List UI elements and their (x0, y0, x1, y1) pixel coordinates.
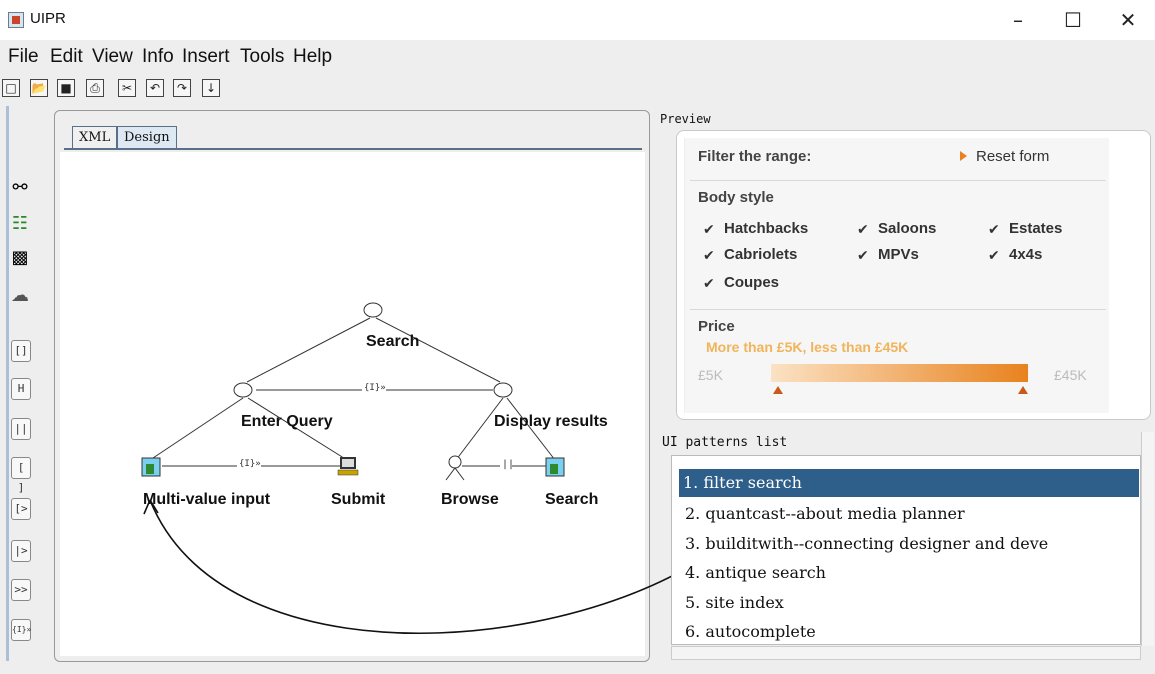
relation-marker: {I}» (239, 459, 261, 469)
list-item[interactable]: 4. antique search (681, 559, 1141, 587)
price-heading: Price (698, 318, 735, 335)
node-display-results: Display results (494, 413, 608, 430)
mapping-arrow (149, 499, 758, 635)
check-icon[interactable]: ✔ (857, 222, 869, 238)
list-item[interactable]: 3. builditwith--connecting designer and … (681, 530, 1141, 558)
check-icon[interactable]: ✔ (988, 248, 1000, 264)
filter-title: Filter the range: (698, 148, 812, 165)
vertical-scrollbar[interactable] (1141, 432, 1154, 646)
node-submit: Submit (331, 491, 386, 508)
computer-icon (337, 457, 359, 476)
price-min: £5K (698, 367, 723, 383)
user-input-icon (545, 457, 565, 477)
preview-label: Preview (660, 112, 711, 126)
node-enter-query: Enter Query (241, 413, 333, 430)
list-item[interactable]: 6. autocomplete (681, 618, 1141, 646)
slider-handle-min[interactable] (773, 386, 783, 394)
price-range-text: More than £5K, less than £45K (706, 339, 909, 355)
node-browse: Browse (441, 491, 499, 508)
node-root: Search (366, 333, 420, 350)
option-label: 4x4s (1009, 246, 1043, 263)
option-label: Saloons (878, 220, 937, 237)
check-icon[interactable]: ✔ (703, 276, 715, 292)
relation-marker: {I}» (364, 383, 386, 393)
node-multi-value-input: Multi-value input (143, 491, 271, 508)
horizontal-scrollbar[interactable] (671, 646, 1141, 660)
person-icon (445, 455, 465, 481)
list-item[interactable]: 5. site index (681, 589, 1141, 617)
option-label: MPVs (878, 246, 919, 263)
option-label: Hatchbacks (724, 220, 809, 237)
play-icon (960, 151, 967, 161)
body-style-heading: Body style (698, 189, 774, 206)
reset-form-link[interactable]: Reset form (976, 148, 1049, 165)
slider-handle-max[interactable] (1018, 386, 1028, 394)
edge-root-left (246, 317, 371, 383)
option-label: Estates (1009, 220, 1063, 237)
check-icon[interactable]: ✔ (703, 248, 715, 264)
price-max: £45K (1054, 367, 1087, 383)
list-item[interactable]: 1. filter search (679, 469, 1139, 497)
separator (690, 309, 1106, 310)
relation-marker: || (502, 459, 515, 470)
price-slider-track[interactable] (771, 364, 1028, 382)
user-input-icon (141, 457, 161, 477)
option-label: Cabriolets (724, 246, 798, 263)
check-icon[interactable]: ✔ (988, 222, 1000, 238)
list-item[interactable]: 2. quantcast--about media planner (681, 500, 1141, 528)
node-search-leaf: Search (545, 491, 599, 508)
check-icon[interactable]: ✔ (703, 222, 715, 238)
option-label: Coupes (724, 274, 780, 291)
separator (690, 180, 1106, 181)
check-icon[interactable]: ✔ (857, 248, 869, 264)
edge-left-leaf1 (149, 397, 244, 461)
patterns-list-label: UI patterns list (662, 435, 788, 450)
